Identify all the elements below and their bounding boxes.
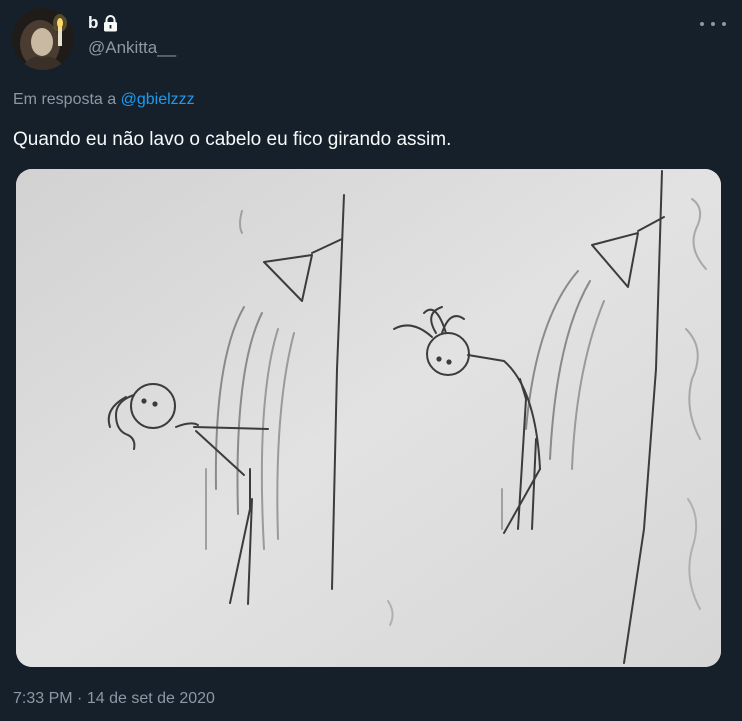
lock-icon [104, 14, 118, 31]
reply-prefix: Em resposta a [13, 91, 117, 108]
reply-to-link[interactable]: @gbielzzz [121, 91, 195, 108]
avatar-photo-icon [12, 8, 74, 70]
user-name-row: b [88, 13, 118, 33]
avatar[interactable] [12, 8, 74, 70]
tweet-date[interactable]: 14 de set de 2020 [87, 690, 215, 707]
user-handle[interactable]: @Ankitta__ [88, 38, 176, 58]
reply-context: Em resposta a @gbielzzz [13, 91, 195, 109]
more-horizontal-icon [700, 22, 704, 26]
timestamp-separator: · [77, 690, 83, 707]
more-options-button[interactable] [700, 16, 726, 32]
tweet-timestamp[interactable]: 7:33 PM · 14 de set de 2020 [13, 690, 215, 708]
drawing-image [16, 169, 721, 667]
tweet-time[interactable]: 7:33 PM [13, 690, 73, 707]
tweet-text: Quando eu não lavo o cabelo eu fico gira… [13, 129, 452, 150]
display-name[interactable]: b [88, 13, 98, 33]
tweet-media-image[interactable] [16, 169, 721, 667]
